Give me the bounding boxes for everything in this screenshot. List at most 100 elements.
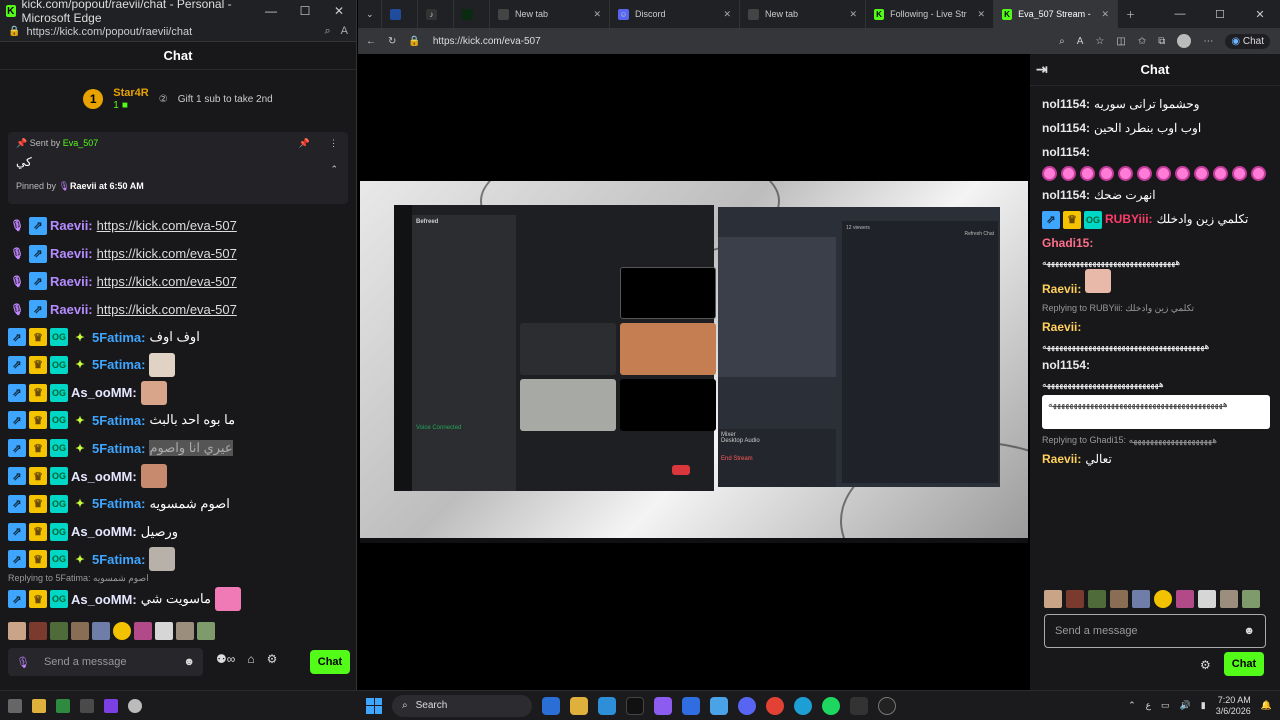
message-link[interactable]: https://kick.com/eva-507 bbox=[97, 274, 237, 289]
maximize-button[interactable]: ☐ bbox=[1200, 8, 1240, 21]
emote-button[interactable] bbox=[134, 622, 152, 640]
emote-button[interactable] bbox=[1110, 590, 1128, 608]
store-icon[interactable]: ⌂ bbox=[247, 652, 254, 666]
profile-avatar[interactable] bbox=[1177, 34, 1192, 48]
username[interactable]: 5Fatima: bbox=[92, 441, 145, 456]
chat-message[interactable]: ⇗ ♛ OG ✦ 5Fatima: ما بوه احد بالبث bbox=[8, 407, 353, 435]
collections-icon[interactable]: ⧉ bbox=[1158, 36, 1165, 47]
popout-message-input[interactable]: 🎙 Send a message ☻ bbox=[8, 648, 203, 676]
chat-message[interactable]: ⇗ ♛ OG As_ooMM: bbox=[8, 462, 353, 490]
taskbar-app-icon[interactable] bbox=[56, 698, 70, 713]
chat-message[interactable]: nol1154: انهرت ضحك bbox=[1042, 183, 1270, 207]
chat-message[interactable]: ⇗ ♛ OG ✦ 5Fatima: bbox=[8, 546, 353, 574]
users-icon[interactable]: ⚉∞ bbox=[216, 652, 235, 666]
username[interactable]: As_ooMM: bbox=[71, 592, 137, 607]
username[interactable]: Raevii: bbox=[50, 218, 93, 233]
emote-button[interactable] bbox=[1220, 590, 1238, 608]
close-button[interactable]: ✕ bbox=[322, 4, 356, 18]
pinned-message[interactable]: 📌 Sent by Eva_507 كي Pinned by 🎙Raevii a… bbox=[8, 132, 348, 204]
tab-new-tab[interactable]: New tab ✕ bbox=[490, 0, 610, 28]
chat-message[interactable]: nol1154: bbox=[1042, 353, 1270, 377]
chat-message[interactable]: Ghadi15: bbox=[1042, 231, 1270, 255]
close-button[interactable]: ✕ bbox=[1240, 8, 1280, 21]
chat-message[interactable]: ⇗ ♛ OG ✦ 5Fatima: اصوم شمسويه bbox=[8, 490, 353, 518]
gift-leaderboard[interactable]: 1 Star4R 1 ■ ② Gift 1 sub to take 2nd bbox=[0, 70, 356, 128]
copilot-app-icon[interactable] bbox=[654, 696, 672, 715]
volume-icon[interactable]: 🔊 bbox=[1180, 700, 1191, 711]
taskbar-app-icon[interactable] bbox=[80, 698, 94, 713]
chat-message[interactable]: ⇗ ♛ OG ✦ 5Fatima: اوف اوف bbox=[8, 323, 353, 351]
stream-message-input[interactable]: Send a message ☻ bbox=[1044, 614, 1266, 648]
new-tab-button[interactable]: ＋ bbox=[1118, 0, 1144, 28]
tab-eva-stream[interactable]: KEva_507 Stream - W✕ bbox=[994, 0, 1118, 28]
more-options-icon[interactable]: ⋮ bbox=[329, 138, 338, 149]
emote-button[interactable] bbox=[71, 622, 89, 640]
username[interactable]: Raevii: bbox=[50, 274, 93, 289]
emoji-icon[interactable]: ☻ bbox=[1243, 625, 1255, 637]
emote-button[interactable] bbox=[1066, 590, 1084, 608]
popout-url-bar[interactable]: 🔒 https://kick.com/popout/raevii/chat ⌕ … bbox=[0, 22, 356, 42]
username[interactable]: 5Fatima: bbox=[92, 357, 145, 372]
tiktok-icon[interactable] bbox=[626, 696, 644, 715]
zoom-icon[interactable]: ⌕ bbox=[1059, 36, 1065, 47]
refresh-icon[interactable]: ↻ bbox=[388, 36, 396, 47]
chat-message[interactable]: nol1154: اوب اوب بنطرد الحين bbox=[1042, 116, 1270, 140]
tab-edge[interactable] bbox=[382, 0, 418, 28]
chat-message[interactable]: Raevii: تعالي bbox=[1042, 447, 1270, 471]
stream-chat-button[interactable]: Chat bbox=[1224, 652, 1264, 676]
emote-button[interactable] bbox=[29, 622, 47, 640]
copilot-button[interactable]: ◉ Chat bbox=[1225, 33, 1270, 49]
edge-icon[interactable] bbox=[794, 696, 812, 715]
file-explorer-icon[interactable] bbox=[570, 696, 588, 715]
chrome-icon[interactable] bbox=[766, 696, 784, 715]
message-link[interactable]: https://kick.com/eva-507 bbox=[97, 218, 237, 233]
terminal-icon[interactable] bbox=[850, 696, 868, 715]
tab-kick-small[interactable] bbox=[454, 0, 490, 28]
minimize-button[interactable]: — bbox=[1160, 8, 1200, 21]
tab-actions-menu[interactable]: ⌄ bbox=[358, 0, 382, 28]
chat-message[interactable]: ⇗ ♛ OG RUBYiii: تكلمي زين وادخلك bbox=[1042, 207, 1270, 231]
emote-button[interactable] bbox=[113, 622, 131, 640]
chat-message[interactable]: 🎙 ⇗ Raevii: https://kick.com/eva-507 bbox=[8, 212, 353, 240]
emote-button[interactable] bbox=[1088, 590, 1106, 608]
username[interactable]: As_ooMM: bbox=[71, 385, 137, 400]
chat-message[interactable]: ⇗ ♛ OG As_ooMM: bbox=[8, 379, 353, 407]
taskbar-search[interactable]: ⌕ Search bbox=[392, 694, 532, 717]
emote-button[interactable] bbox=[92, 622, 110, 640]
username[interactable]: 5Fatima: bbox=[92, 330, 145, 345]
emote-button[interactable] bbox=[1198, 590, 1216, 608]
emote-button[interactable] bbox=[1176, 590, 1194, 608]
username[interactable]: 5Fatima: bbox=[92, 413, 145, 428]
windows-start-icon[interactable] bbox=[366, 697, 382, 714]
battery-icon[interactable]: ▮ bbox=[1201, 700, 1206, 711]
close-tab-icon[interactable]: ✕ bbox=[593, 9, 601, 20]
chevron-up-icon[interactable]: ⌃ bbox=[330, 164, 338, 175]
close-tab-icon[interactable]: ✕ bbox=[723, 9, 731, 20]
gear-icon[interactable]: ⚙ bbox=[1200, 658, 1211, 672]
popout-chat-button[interactable]: Chat bbox=[310, 650, 350, 674]
username[interactable]: Raevii: bbox=[50, 246, 93, 261]
photos-icon[interactable] bbox=[598, 696, 616, 715]
tab-discord[interactable]: ☺ Discord ✕ bbox=[610, 0, 740, 28]
network-icon[interactable]: ▭ bbox=[1161, 700, 1170, 711]
chat-message[interactable]: ⇗ ♛ OG As_ooMM: ورصيل bbox=[8, 518, 353, 546]
emote-button[interactable] bbox=[8, 622, 26, 640]
tab-new-tab-2[interactable]: New tab ✕ bbox=[740, 0, 866, 28]
spotify-icon[interactable] bbox=[822, 696, 840, 715]
username[interactable]: Raevii: bbox=[50, 302, 93, 317]
folder-icon[interactable] bbox=[32, 698, 46, 713]
gear-icon[interactable]: ⚙ bbox=[267, 652, 278, 666]
emote-button[interactable] bbox=[197, 622, 215, 640]
language-icon[interactable]: ع bbox=[1146, 700, 1151, 711]
username[interactable]: As_ooMM: bbox=[71, 524, 137, 539]
emote-button[interactable] bbox=[1132, 590, 1150, 608]
maximize-button[interactable]: ☐ bbox=[288, 4, 322, 18]
taskbar-app-icon[interactable] bbox=[104, 698, 118, 713]
close-tab-icon[interactable]: ✕ bbox=[977, 9, 985, 20]
taskbar-app-icon[interactable] bbox=[128, 698, 142, 713]
pin-icon[interactable]: 📌 bbox=[299, 138, 310, 149]
zoom-icon[interactable]: ⌕ bbox=[324, 25, 330, 38]
stream-video-player[interactable]: Befreed Voice Connected Mixer Desktop Au… bbox=[360, 54, 1028, 690]
chevron-up-icon[interactable]: ⌃ bbox=[1128, 700, 1136, 711]
chat-message[interactable]: nol1154: bbox=[1042, 140, 1270, 164]
